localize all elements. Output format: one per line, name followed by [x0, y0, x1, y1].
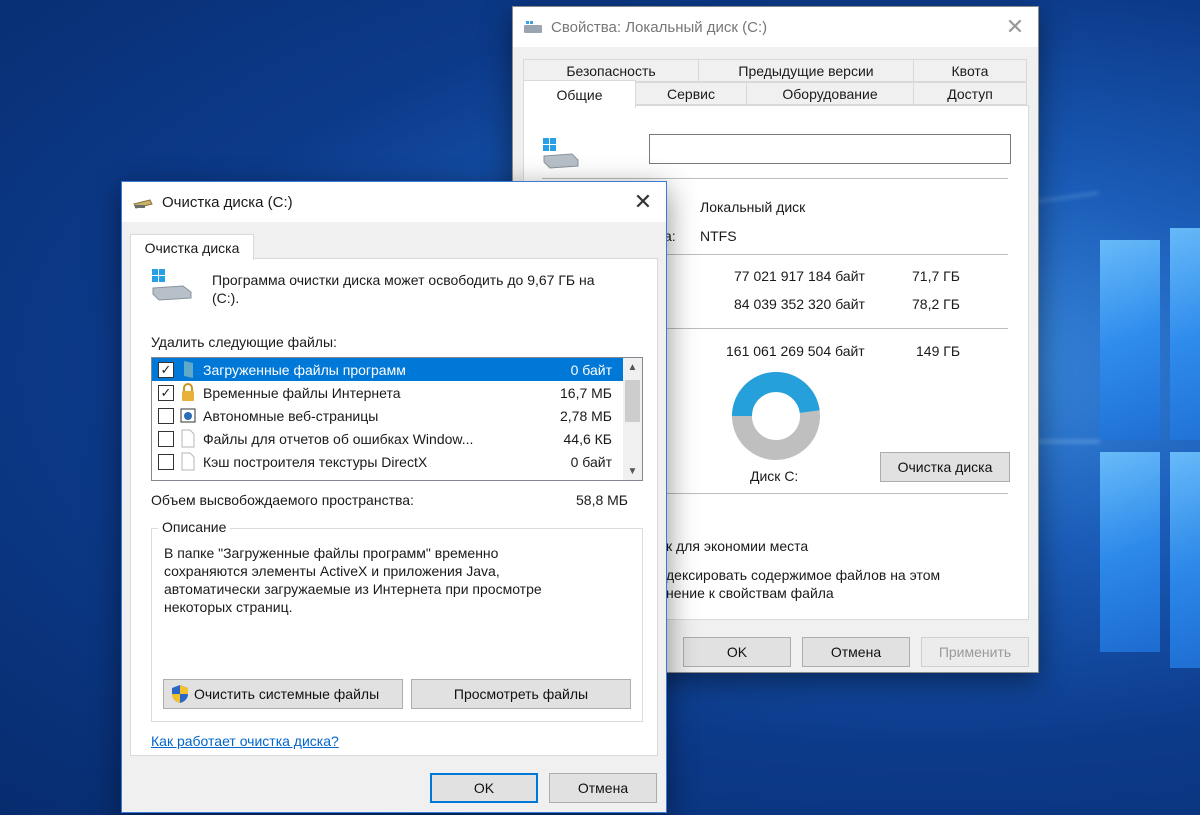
drive-icon: [524, 21, 542, 33]
description-label: Описание: [158, 519, 231, 535]
list-item[interactable]: Автономные веб-страницы 2,78 МБ: [152, 404, 624, 427]
volume-name-input[interactable]: [649, 134, 1011, 164]
checkbox-error-reports[interactable]: [158, 430, 174, 447]
type-value: Локальный диск: [700, 199, 806, 215]
scroll-thumb[interactable]: [625, 380, 640, 422]
checkbox-temp-internet-files[interactable]: ✓: [158, 384, 174, 401]
disk-cleanup-window: Очистка диска (C:) ✕ Очистка диска Прогр…: [121, 181, 667, 813]
how-cleanup-works-link[interactable]: Как работает очистка диска?: [151, 733, 339, 749]
filesystem-value: NTFS: [700, 228, 737, 244]
properties-titlebar: Свойства: Локальный диск (C:) ✕: [513, 7, 1038, 47]
capacity-bytes: 161 061 269 504 байт: [726, 343, 865, 359]
list-scrollbar[interactable]: ▲ ▼: [623, 358, 642, 480]
disk-drive-icon: [543, 138, 579, 169]
list-item[interactable]: Кэш построителя текстуры DirectX 0 байт: [152, 450, 624, 473]
index-option-label-2: нение к свойствам файла: [666, 585, 834, 601]
tab-general[interactable]: Общие: [523, 80, 636, 108]
cleanup-title: Очистка диска (C:): [162, 193, 293, 211]
checkbox-offline-pages[interactable]: [158, 407, 174, 424]
tab-disk-cleanup[interactable]: Очистка диска: [130, 234, 254, 260]
tab-security[interactable]: Безопасность: [523, 59, 699, 82]
disk-cleanup-button[interactable]: Очистка диска: [880, 452, 1010, 482]
index-option-label: дексировать содержимое файлов на этом: [666, 567, 941, 583]
properties-cancel-button[interactable]: Отмена: [802, 637, 910, 667]
tab-service[interactable]: Сервис: [635, 82, 747, 105]
properties-apply-button[interactable]: Применить: [921, 637, 1029, 667]
windows-desktop-logo: [840, 191, 1200, 815]
tab-previous-versions[interactable]: Предыдущие версии: [698, 59, 914, 82]
space-freed-value: 58,8 МБ: [576, 492, 628, 508]
uac-shield-icon: [172, 685, 188, 703]
properties-ok-button[interactable]: OK: [683, 637, 791, 667]
list-item[interactable]: ✓ Загруженные файлы программ 0 байт: [152, 358, 624, 381]
list-item[interactable]: Файлы для отчетов об ошибках Window... 4…: [152, 427, 624, 450]
checkbox-downloaded-programs[interactable]: ✓: [158, 361, 174, 378]
list-item[interactable]: ✓ Временные файлы Интернета 16,7 МБ: [152, 381, 624, 404]
offline-pages-icon: [180, 408, 196, 423]
space-freed-label: Объем высвобождаемого пространства:: [151, 492, 414, 508]
used-gb: 71,7 ГБ: [912, 268, 960, 284]
scroll-up-icon[interactable]: ▲: [623, 358, 642, 376]
free-bytes: 84 039 352 320 байт: [734, 296, 865, 312]
scroll-down-icon[interactable]: ▼: [623, 462, 642, 480]
file-icon: [181, 429, 195, 448]
properties-close-icon[interactable]: ✕: [992, 7, 1038, 47]
cleanup-titlebar: Очистка диска (C:) ✕: [122, 182, 666, 222]
capacity-gb: 149 ГБ: [916, 343, 961, 359]
used-bytes: 77 021 917 184 байт: [734, 268, 865, 284]
properties-title: Свойства: Локальный диск (C:): [551, 18, 768, 36]
cleanup-cancel-button[interactable]: Отмена: [549, 773, 657, 803]
description-text: В папке "Загруженные файлы программ" вре…: [164, 545, 542, 615]
disk-label: Диск C:: [750, 468, 799, 484]
cleanup-intro-line2: (C:).: [212, 290, 240, 306]
delete-files-label: Удалить следующие файлы:: [151, 334, 337, 350]
tab-sharing[interactable]: Доступ: [913, 82, 1027, 105]
file-icon: [181, 452, 195, 471]
cleanup-ok-button[interactable]: OK: [430, 773, 538, 803]
compress-option-label: к для экономии места: [666, 538, 809, 554]
cleanup-close-icon[interactable]: ✕: [620, 182, 666, 222]
cleanup-intro: Программа очистки диска может освободить…: [212, 272, 595, 288]
free-gb: 78,2 ГБ: [912, 296, 960, 312]
clean-system-files-button[interactable]: Очистить системные файлы: [163, 679, 403, 709]
disk-drive-icon: [152, 269, 192, 301]
view-files-button[interactable]: Просмотреть файлы: [411, 679, 631, 709]
folder-icon: [184, 361, 193, 378]
tab-hardware[interactable]: Оборудование: [746, 82, 914, 105]
cleanup-broom-icon: [133, 199, 153, 209]
lock-icon: [182, 383, 194, 401]
disk-usage-donut: [732, 372, 820, 460]
tab-quota[interactable]: Квота: [913, 59, 1027, 82]
files-to-delete-list: ✓ Загруженные файлы программ 0 байт ✓ Вр…: [151, 357, 643, 481]
checkbox-directx-cache[interactable]: [158, 453, 174, 470]
